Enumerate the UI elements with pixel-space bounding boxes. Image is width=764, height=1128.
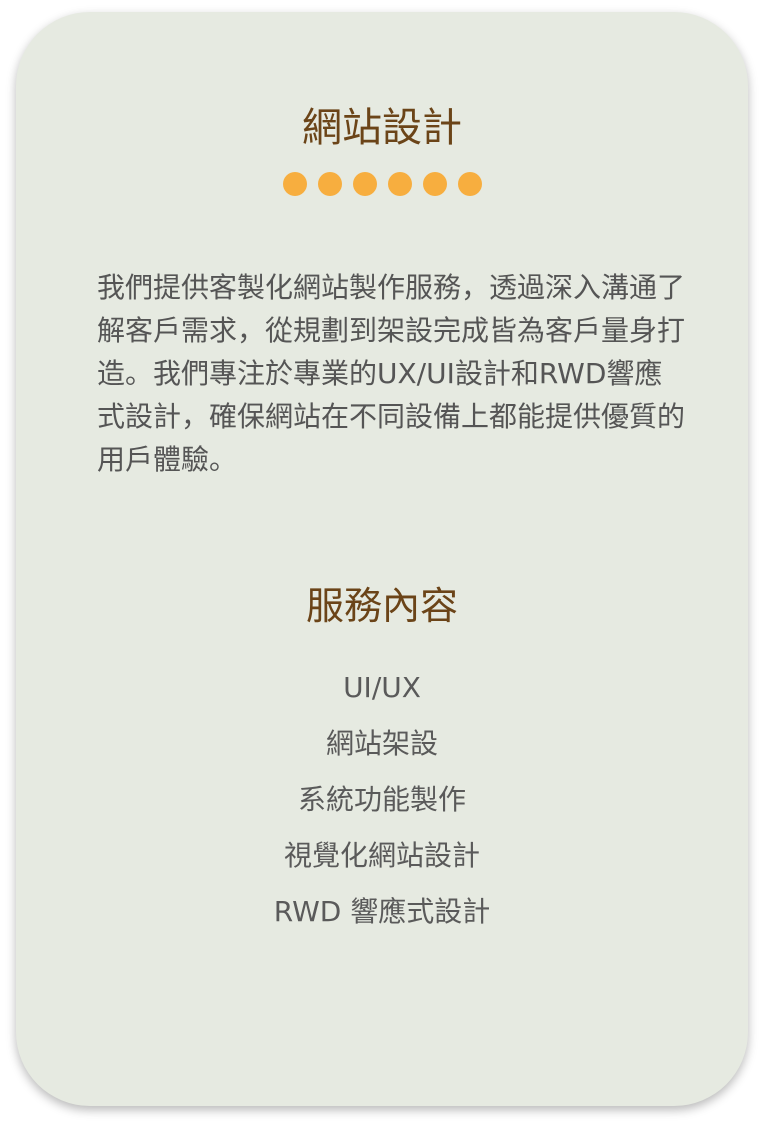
service-card: 網站設計 我們提供客製化網站製作服務，透過深入溝通了解客戶需求，從規劃到架設完成… (16, 12, 748, 1106)
services-title: 服務內容 (305, 584, 458, 628)
service-item: UI/UX (343, 671, 421, 704)
service-item: 網站架設 (325, 727, 438, 760)
dot-icon (422, 172, 447, 196)
dot-icon (317, 172, 342, 196)
intro-paragraph: 我們提供客製化網站製作服務，透過深入溝通了解客戶需求，從規劃到架設完成皆為客戶量… (97, 271, 686, 476)
service-item: 視覺化網站設計 (283, 839, 480, 872)
service-item: RWD 響應式設計 (273, 895, 491, 928)
dot-icon (282, 172, 307, 196)
dot-icon (352, 172, 377, 196)
service-item: 系統功能製作 (297, 783, 466, 816)
decorative-dots (16, 172, 748, 196)
services-list: UI/UX 網站架設 系統功能製作 視覺化網站設計 RWD 響應式設計 (16, 660, 748, 940)
page: 網站設計 我們提供客製化網站製作服務，透過深入溝通了解客戶需求，從規劃到架設完成… (0, 0, 764, 1128)
dot-icon (387, 172, 412, 196)
card-title: 網站設計 (302, 105, 462, 151)
dot-icon (457, 172, 482, 196)
